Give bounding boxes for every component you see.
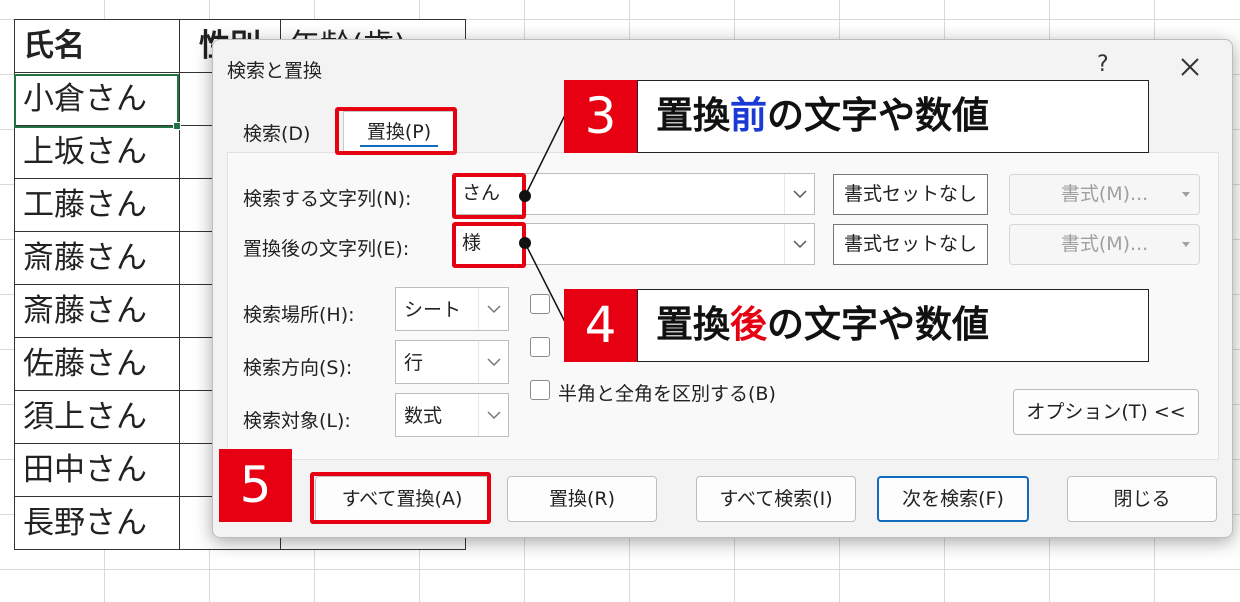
name-cell[interactable]: 上坂さん: [14, 125, 180, 179]
direction-label: 検索方向(S):: [243, 357, 353, 379]
close-icon[interactable]: [1175, 52, 1205, 82]
caret-down-icon: [1182, 241, 1190, 247]
match-case-checkbox[interactable]: [530, 294, 550, 314]
help-button[interactable]: ?: [1097, 52, 1109, 77]
chevron-down-icon: [793, 240, 807, 249]
highlight-replace-input: [452, 222, 526, 268]
step-4-label-a: 置換: [656, 303, 730, 346]
step-4-label-em: 後: [730, 303, 767, 346]
find-next-button[interactable]: 次を検索(F): [877, 476, 1029, 522]
active-cell-selection: [14, 74, 181, 130]
replace-format-button[interactable]: 書式(M)...: [1009, 224, 1200, 265]
leader-dot-3: [519, 190, 531, 202]
highlight-replace-tab: [335, 107, 457, 155]
find-format-label: 書式(M)...: [1060, 183, 1149, 205]
tab-search[interactable]: 検索(D): [243, 119, 310, 146]
step-3-label-a: 置換: [656, 94, 730, 137]
direction-select[interactable]: 行: [395, 340, 509, 384]
within-label: 検索場所(H):: [243, 304, 355, 326]
close-button[interactable]: 閉じる: [1067, 476, 1217, 522]
replace-format-label: 書式(M)...: [1060, 233, 1149, 255]
caret-down-icon: [1182, 191, 1190, 197]
step-4-label-b: の文字や数値: [767, 303, 989, 346]
step-5-badge: 5: [219, 449, 292, 522]
find-all-button[interactable]: すべて検索(I): [696, 476, 856, 522]
name-cell[interactable]: 須上さん: [14, 390, 180, 444]
find-no-format-button[interactable]: 書式セットなし: [833, 174, 988, 215]
options-button[interactable]: オプション(T) <<: [1013, 389, 1199, 435]
match-width-label[interactable]: 半角と全角を区別する(B): [558, 379, 776, 406]
find-dropdown-button[interactable]: [784, 174, 814, 214]
replace-button[interactable]: 置換(R): [507, 476, 657, 522]
chevron-down-icon: [487, 305, 501, 314]
highlight-replace-all: [310, 472, 491, 524]
dialog-title: 検索と置換: [227, 60, 323, 82]
leader-dot-4: [519, 237, 531, 249]
name-cell[interactable]: 佐藤さん: [14, 337, 180, 391]
highlight-find-input: [452, 173, 526, 219]
header-cell-name[interactable]: 氏名: [14, 19, 180, 73]
step-4-label: 置換後の文字や数値: [637, 289, 1149, 362]
name-cell[interactable]: 斎藤さん: [14, 284, 180, 338]
replace-label: 置換後の文字列(E):: [243, 238, 410, 260]
name-cell[interactable]: 長野さん: [14, 496, 180, 550]
lookin-select-value: 数式: [404, 405, 443, 427]
within-select-value: シート: [404, 299, 462, 321]
replace-dropdown-button[interactable]: [784, 224, 814, 264]
chevron-down-icon: [793, 190, 807, 199]
step-4-badge: 4: [564, 289, 637, 362]
name-cell[interactable]: 田中さん: [14, 443, 180, 497]
direction-select-arrow: [478, 341, 508, 383]
step-3-badge: 3: [564, 80, 637, 153]
step-3-label-b: の文字や数値: [767, 94, 989, 137]
replace-no-format-button[interactable]: 書式セットなし: [833, 224, 988, 265]
name-cell[interactable]: 工藤さん: [14, 178, 180, 232]
direction-select-value: 行: [404, 352, 424, 374]
find-format-button[interactable]: 書式(M)...: [1009, 174, 1200, 215]
name-cell[interactable]: 斎藤さん: [14, 231, 180, 285]
lookin-select-arrow: [478, 394, 508, 436]
lookin-select[interactable]: 数式: [395, 393, 509, 437]
within-select[interactable]: シート: [395, 287, 509, 331]
step-3-label: 置換前の文字や数値: [637, 80, 1149, 153]
find-label: 検索する文字列(N):: [243, 188, 412, 210]
chevron-down-icon: [487, 358, 501, 367]
step-3-label-em: 前: [730, 94, 767, 137]
within-select-arrow: [478, 288, 508, 330]
match-entire-checkbox[interactable]: [530, 337, 550, 357]
lookin-label: 検索対象(L):: [243, 410, 351, 432]
chevron-down-icon: [487, 411, 501, 420]
match-width-checkbox[interactable]: [530, 380, 550, 400]
